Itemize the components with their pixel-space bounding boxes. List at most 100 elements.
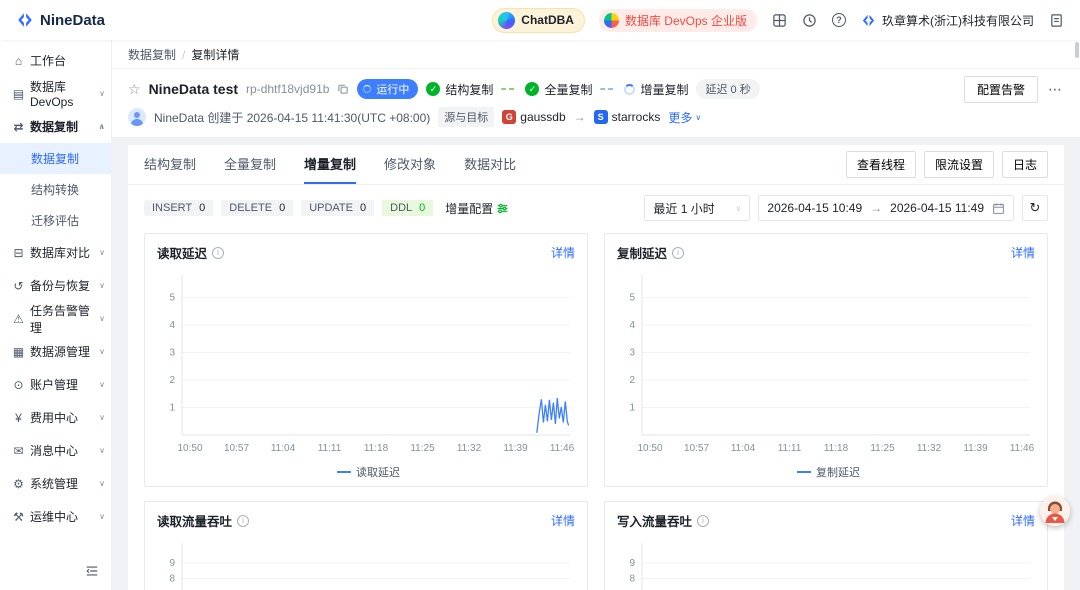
write-throughput-chart: 12345678910:5010:5711:0411:1111:1811:251… <box>605 533 1047 590</box>
tab-modify-objects[interactable]: 修改对象 <box>384 145 436 184</box>
read-throughput-chart: 12345678910:5010:5711:0411:1111:1811:251… <box>145 533 587 590</box>
company-menu[interactable]: 玖章算术(浙江)科技有限公司 <box>861 12 1034 29</box>
step-incremental-replication: 增量复制 <box>624 81 688 98</box>
sidebar-item-label: 数据源管理 <box>30 343 90 360</box>
date-range-picker[interactable]: 2026-04-15 10:49 → 2026-04-15 11:49 <box>758 195 1014 221</box>
workspace-badge[interactable]: 数据库 DevOps 企业版 <box>599 9 757 32</box>
sidebar-subitem-data-replication[interactable]: 数据复制 <box>0 143 111 174</box>
svg-text:9: 9 <box>169 558 175 569</box>
sidebar-item-database-devops[interactable]: ▤ 数据库 DevOps ∨ <box>0 77 111 110</box>
console-switch-icon[interactable] <box>771 12 787 28</box>
detail-link[interactable]: 详情 <box>551 512 575 529</box>
info-icon[interactable]: i <box>237 515 249 527</box>
calendar-icon <box>992 202 1005 215</box>
svg-text:10:50: 10:50 <box>177 443 202 454</box>
chevron-up-icon: ∧ <box>99 122 106 131</box>
sidebar-subitem-structure-conversion[interactable]: 结构转换 <box>0 174 111 205</box>
info-icon[interactable]: i <box>212 247 224 259</box>
sidebar: ⌂ 工作台 ▤ 数据库 DevOps ∨ ⇄ 数据复制 ∧ 数据复制 结构转换 … <box>0 40 112 590</box>
svg-text:9: 9 <box>629 558 635 569</box>
log-button[interactable]: 日志 <box>1002 151 1048 178</box>
sidebar-item-label: 数据库 DevOps <box>30 78 94 109</box>
support-avatar[interactable] <box>1040 496 1070 526</box>
top-header: NineData ChatDBA 数据库 DevOps 企业版 ? 玖 <box>0 0 1080 40</box>
tab-full-replication[interactable]: 全量复制 <box>224 145 276 184</box>
chatdba-button[interactable]: ChatDBA <box>492 8 585 33</box>
svg-text:11:04: 11:04 <box>271 443 296 454</box>
sidebar-subitem-migration-assessment[interactable]: 迁移评估 <box>0 205 111 236</box>
svg-text:3: 3 <box>629 348 635 359</box>
sidebar-item-label: 工作台 <box>30 52 66 69</box>
task-id: rp-dhtf18vjd91b <box>246 82 329 96</box>
breadcrumb-parent[interactable]: 数据复制 <box>128 48 176 62</box>
gaussdb-icon: G <box>502 110 516 124</box>
history-icon[interactable] <box>801 12 817 28</box>
tab-structure-replication[interactable]: 结构复制 <box>144 145 196 184</box>
svg-text:3: 3 <box>169 348 175 359</box>
tab-incremental-replication[interactable]: 增量复制 <box>304 145 356 184</box>
svg-text:2: 2 <box>629 375 635 386</box>
view-threads-button[interactable]: 查看线程 <box>846 151 916 178</box>
loading-spinner-icon <box>624 84 635 95</box>
svg-text:8: 8 <box>169 574 175 585</box>
chart-title: 读取流量吞吐 <box>157 511 232 530</box>
throttle-settings-button[interactable]: 限流设置 <box>924 151 994 178</box>
system-icon: ⚙ <box>12 477 25 491</box>
sidebar-subitem-label: 结构转换 <box>31 181 79 198</box>
help-icon[interactable]: ? <box>831 12 847 28</box>
more-actions-icon[interactable]: ⋯ <box>1046 81 1064 98</box>
incremental-config-link[interactable]: 增量配置 <box>445 200 509 217</box>
sidebar-item-task-alert[interactable]: ⚠ 任务告警管理 ∨ <box>0 302 111 335</box>
collapse-sidebar-icon <box>85 564 99 578</box>
svg-text:11:46: 11:46 <box>550 443 575 454</box>
collapse-sidebar-button[interactable] <box>0 552 111 590</box>
sidebar-item-backup-restore[interactable]: ↺ 备份与恢复 ∨ <box>0 269 111 302</box>
backup-icon: ↺ <box>12 279 25 293</box>
sidebar-item-workbench[interactable]: ⌂ 工作台 <box>0 44 111 77</box>
detail-card: 结构复制 全量复制 增量复制 修改对象 数据对比 查看线程 限流设置 日志 IN… <box>128 145 1064 590</box>
ops-icon: ⚒ <box>12 510 25 524</box>
step-connector <box>600 88 616 90</box>
detail-link[interactable]: 详情 <box>1011 512 1035 529</box>
arrow-right-icon: → <box>574 110 586 124</box>
svg-text:复制延迟: 复制延迟 <box>816 465 860 479</box>
time-preset-select[interactable]: 最近 1 小时 ∨ <box>644 195 750 221</box>
chevron-down-icon: ∨ <box>99 347 105 356</box>
svg-text:11:39: 11:39 <box>963 443 988 454</box>
sidebar-item-database-compare[interactable]: ⊟ 数据库对比 ∨ <box>0 236 111 269</box>
chart-panel-read-latency: 读取延迟 i 详情 1234510:5010:5711:0411:1111:18… <box>144 233 588 487</box>
compare-icon: ⊟ <box>12 246 25 260</box>
sidebar-item-datasource[interactable]: ▦ 数据源管理 ∨ <box>0 335 111 368</box>
chart-title: 读取延迟 <box>157 243 207 262</box>
refresh-button[interactable]: ↻ <box>1022 195 1048 221</box>
svg-text:11:18: 11:18 <box>364 443 389 454</box>
detail-link[interactable]: 详情 <box>551 244 575 261</box>
ninedata-logo[interactable]: NineData <box>16 11 105 29</box>
sidebar-item-system-admin[interactable]: ⚙ 系统管理 ∨ <box>0 467 111 500</box>
info-icon[interactable]: i <box>672 247 684 259</box>
doc-icon[interactable] <box>1048 12 1064 28</box>
sidebar-item-label: 系统管理 <box>30 475 78 492</box>
chart-title: 复制延迟 <box>617 243 667 262</box>
svg-text:4: 4 <box>629 320 635 331</box>
svg-text:11:25: 11:25 <box>870 443 895 454</box>
sidebar-item-account[interactable]: ⊙ 账户管理 ∨ <box>0 368 111 401</box>
favorite-star-icon[interactable]: ☆ <box>128 81 141 98</box>
sidebar-item-ops-center[interactable]: ⚒ 运维中心 ∨ <box>0 500 111 533</box>
source-datasource: G gaussdb <box>502 110 565 124</box>
copy-icon[interactable] <box>337 83 349 95</box>
chevron-down-icon: ∨ <box>99 248 105 257</box>
svg-text:11:11: 11:11 <box>778 443 802 454</box>
detail-link[interactable]: 详情 <box>1011 244 1035 261</box>
sidebar-item-data-replication[interactable]: ⇄ 数据复制 ∧ <box>0 110 111 143</box>
info-icon[interactable]: i <box>697 515 709 527</box>
task-name: NineData test <box>149 81 238 97</box>
tab-data-compare[interactable]: 数据对比 <box>464 145 516 184</box>
scrollbar-thumb[interactable] <box>1075 42 1079 58</box>
configure-alert-button[interactable]: 配置告警 <box>964 76 1038 103</box>
svg-text:11:04: 11:04 <box>731 443 756 454</box>
more-link[interactable]: 更多 ∨ <box>668 109 701 126</box>
sidebar-item-message-center[interactable]: ✉ 消息中心 ∨ <box>0 434 111 467</box>
sidebar-item-billing[interactable]: ¥ 费用中心 ∨ <box>0 401 111 434</box>
svg-text:4: 4 <box>169 320 175 331</box>
